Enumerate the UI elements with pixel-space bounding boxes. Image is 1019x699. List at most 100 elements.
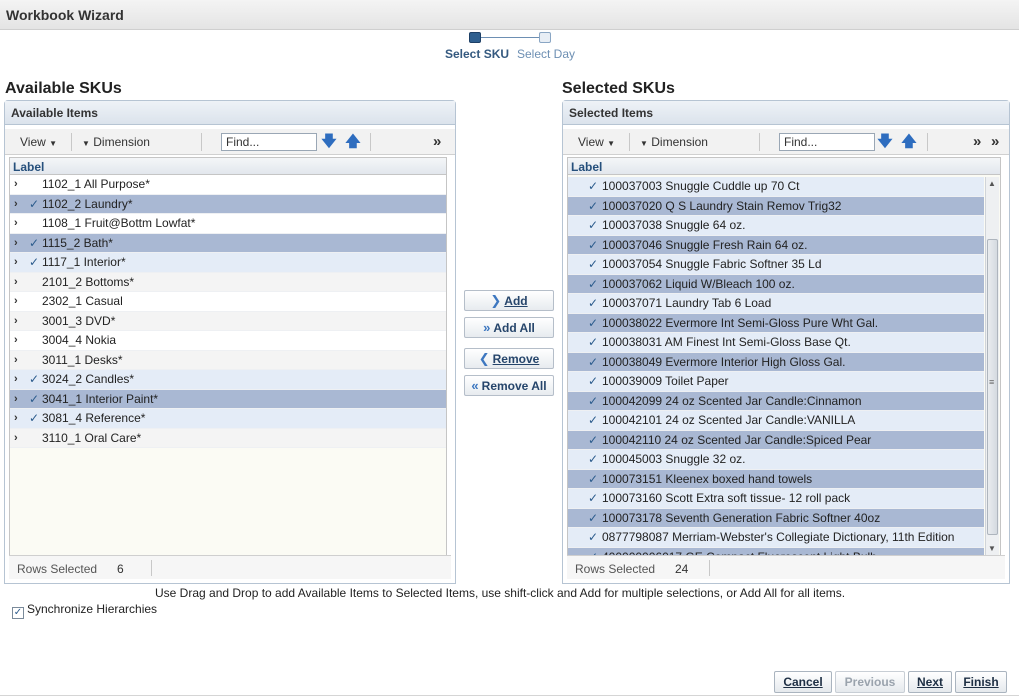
selected-row[interactable]: ✓ 0877798087 Merriam-Webster's Collegiate… bbox=[568, 528, 984, 548]
selected-row[interactable]: ✓ 100073178 Seventh Generation Fabric Sof… bbox=[568, 508, 984, 528]
move-all-left-icon: « bbox=[471, 378, 479, 393]
selected-row[interactable]: ✓ 100037003 Snuggle Cuddle up 70 Ct bbox=[568, 177, 984, 197]
selected-column-label[interactable]: Label bbox=[568, 158, 1000, 175]
selected-row-label: 0877798087 Merriam-Webster's Collegiate … bbox=[602, 530, 955, 544]
toolbar-separator bbox=[71, 133, 72, 151]
selected-row[interactable]: ✓ 100037062 Liquid W/Bleach 100 oz. bbox=[568, 274, 984, 294]
available-row[interactable]: › 3004_4 Nokia bbox=[10, 331, 446, 351]
available-row[interactable]: › 2101_2 Bottoms* bbox=[10, 272, 446, 292]
selected-row[interactable]: ✓ 100039009 Toilet Paper bbox=[568, 372, 984, 392]
selected-row[interactable]: ✓ 100073151 Kleenex boxed hand towels bbox=[568, 469, 984, 489]
selected-row[interactable]: ✓ 100042110 24 oz Scented Jar Candle:Spic… bbox=[568, 430, 984, 450]
selected-row-label: 100037003 Snuggle Cuddle up 70 Ct bbox=[602, 179, 800, 193]
selected-row[interactable]: ✓ 100042099 24 oz Scented Jar Candle:Cinn… bbox=[568, 391, 984, 411]
dropdown-arrow-icon: ▼ bbox=[607, 139, 616, 148]
available-row[interactable]: › ✓ 1117_1 Interior* bbox=[10, 253, 446, 273]
available-column-label[interactable]: Label bbox=[10, 158, 446, 175]
check-icon: ✓ bbox=[588, 276, 599, 291]
available-row[interactable]: › 3001_3 DVD* bbox=[10, 311, 446, 331]
available-row-label: 3110_1 Oral Care* bbox=[42, 430, 142, 445]
expand-chevron-icon[interactable]: › bbox=[14, 292, 18, 311]
expand-chevron-icon[interactable]: › bbox=[14, 370, 18, 389]
available-row[interactable]: › 3011_1 Desks* bbox=[10, 350, 446, 370]
selected-grid: Label ✓ 100037003 Snuggle Cuddle up 70 Ct… bbox=[567, 157, 1001, 557]
scroll-thumb[interactable] bbox=[987, 239, 998, 535]
check-icon: ✓ bbox=[29, 196, 40, 211]
available-dimension-menu[interactable]: ▼ Dimension bbox=[82, 135, 150, 149]
available-row[interactable]: › ✓ 1115_2 Bath* bbox=[10, 233, 446, 253]
selected-row[interactable]: ✓ 100037020 Q S Laundry Stain Remov Trig3… bbox=[568, 196, 984, 216]
expand-chevron-icon[interactable]: › bbox=[14, 390, 18, 409]
synchronize-hierarchies-checkbox[interactable]: ✓ Synchronize Hierarchies bbox=[12, 602, 157, 619]
scroll-up-icon[interactable]: ▲ bbox=[988, 179, 996, 188]
find-next-icon[interactable]: 🡇 bbox=[877, 133, 893, 151]
find-previous-icon[interactable]: 🡅 bbox=[345, 133, 361, 151]
selected-row[interactable]: ✓ 100037071 Laundry Tab 6 Load bbox=[568, 294, 984, 314]
overflow-chevron-icon[interactable]: » bbox=[973, 133, 981, 150]
selected-row[interactable]: ✓ 100073160 Scott Extra soft tissue- 12 r… bbox=[568, 489, 984, 509]
overflow-chevron-icon[interactable]: » bbox=[433, 133, 441, 150]
available-row[interactable]: › ✓ 1102_2 Laundry* bbox=[10, 194, 446, 214]
expand-chevron-icon[interactable]: › bbox=[14, 175, 18, 194]
overflow-chevron-icon[interactable]: » bbox=[991, 133, 999, 150]
available-find-input[interactable]: Find... bbox=[221, 133, 317, 151]
available-row[interactable]: › 2302_1 Casual bbox=[10, 292, 446, 312]
available-row-label: 1115_2 Bath* bbox=[42, 235, 113, 250]
remove-all-button[interactable]: «Remove All bbox=[464, 375, 554, 396]
selected-dimension-menu[interactable]: ▼ Dimension bbox=[640, 135, 708, 149]
expand-chevron-icon[interactable]: › bbox=[14, 273, 18, 292]
available-view-menu[interactable]: View ▼ bbox=[20, 135, 57, 149]
expand-chevron-icon[interactable]: › bbox=[14, 234, 18, 253]
available-rows: › 1102_1 All Purpose* › ✓ 1102_2 Laundry* › 11… bbox=[10, 175, 446, 448]
selected-row-label: 100037054 Snuggle Fabric Softner 35 Ld bbox=[602, 257, 822, 271]
synchronize-hierarchies-label: Synchronize Hierarchies bbox=[27, 602, 158, 616]
selected-row[interactable]: ✓ 100038031 AM Finest Int Semi-Gloss Base… bbox=[568, 333, 984, 353]
selected-row[interactable]: ✓ 100038049 Evermore Interior High Gloss … bbox=[568, 352, 984, 372]
selected-row[interactable]: ✓ 100038022 Evermore Int Semi-Gloss Pure … bbox=[568, 313, 984, 333]
available-row[interactable]: › 1108_1 Fruit@Bottm Lowfat* bbox=[10, 214, 446, 234]
find-next-icon[interactable]: 🡇 bbox=[321, 133, 337, 151]
expand-chevron-icon[interactable]: › bbox=[14, 409, 18, 428]
available-row[interactable]: › ✓ 3024_2 Candles* bbox=[10, 370, 446, 390]
scroll-down-icon[interactable]: ▼ bbox=[988, 544, 996, 553]
selected-row[interactable]: ✓ 100042101 24 oz Scented Jar Candle:VANI… bbox=[568, 411, 984, 431]
expand-chevron-icon[interactable]: › bbox=[14, 429, 18, 448]
expand-chevron-icon[interactable]: › bbox=[14, 312, 18, 331]
cancel-button[interactable]: Cancel bbox=[774, 671, 832, 693]
add-button[interactable]: ❯ Add bbox=[464, 290, 554, 311]
check-icon: ✓ bbox=[588, 218, 599, 232]
selected-row[interactable]: ✓ 100037046 Snuggle Fresh Rain 64 oz. bbox=[568, 235, 984, 255]
selected-row[interactable]: ✓ 100037038 Snuggle 64 oz. bbox=[568, 216, 984, 236]
next-button[interactable]: Next bbox=[908, 671, 952, 693]
train-stop-select-day[interactable] bbox=[539, 32, 551, 43]
train-stop-select-sku[interactable] bbox=[469, 32, 481, 43]
finish-button[interactable]: Finish bbox=[955, 671, 1007, 693]
available-row[interactable]: › ✓ 3041_1 Interior Paint* bbox=[10, 389, 446, 409]
expand-chevron-icon[interactable]: › bbox=[14, 351, 18, 370]
selected-row-label: 100042110 24 oz Scented Jar Candle:Spice… bbox=[602, 432, 872, 447]
expand-chevron-icon[interactable]: › bbox=[14, 195, 18, 214]
train-label-select-sku[interactable]: Select SKU bbox=[445, 47, 509, 61]
previous-button[interactable]: Previous bbox=[835, 671, 905, 693]
find-previous-icon[interactable]: 🡅 bbox=[901, 133, 917, 151]
selected-view-menu[interactable]: View ▼ bbox=[578, 135, 615, 149]
add-all-button[interactable]: » Add All bbox=[464, 317, 554, 338]
selected-scrollbar[interactable]: ▲ ≡ ▼ bbox=[985, 177, 999, 555]
expand-chevron-icon[interactable]: › bbox=[14, 253, 18, 272]
selected-find-input[interactable]: Find... bbox=[779, 133, 875, 151]
remove-button[interactable]: ❮ Remove bbox=[464, 348, 554, 369]
expand-chevron-icon[interactable]: › bbox=[14, 331, 18, 350]
checkbox-check-icon[interactable]: ✓ bbox=[12, 607, 24, 619]
check-icon: ✓ bbox=[588, 296, 599, 310]
selected-row[interactable]: ✓ 100045003 Snuggle 32 oz. bbox=[568, 450, 984, 470]
available-row[interactable]: › ✓ 3081_4 Reference* bbox=[10, 409, 446, 429]
train-label-select-day[interactable]: Select Day bbox=[517, 47, 575, 61]
selected-row-label: 100073178 Seventh Generation Fabric Soft… bbox=[602, 510, 881, 525]
selected-row[interactable]: ✓ 100037054 Snuggle Fabric Softner 35 Ld bbox=[568, 255, 984, 275]
check-icon: ✓ bbox=[588, 510, 599, 525]
available-row[interactable]: › 1102_1 All Purpose* bbox=[10, 175, 446, 195]
expand-chevron-icon[interactable]: › bbox=[14, 214, 18, 233]
drag-drop-hint: Use Drag and Drop to add Available Items… bbox=[155, 586, 846, 600]
check-icon: ✓ bbox=[588, 393, 599, 408]
available-row[interactable]: › 3110_1 Oral Care* bbox=[10, 428, 446, 448]
